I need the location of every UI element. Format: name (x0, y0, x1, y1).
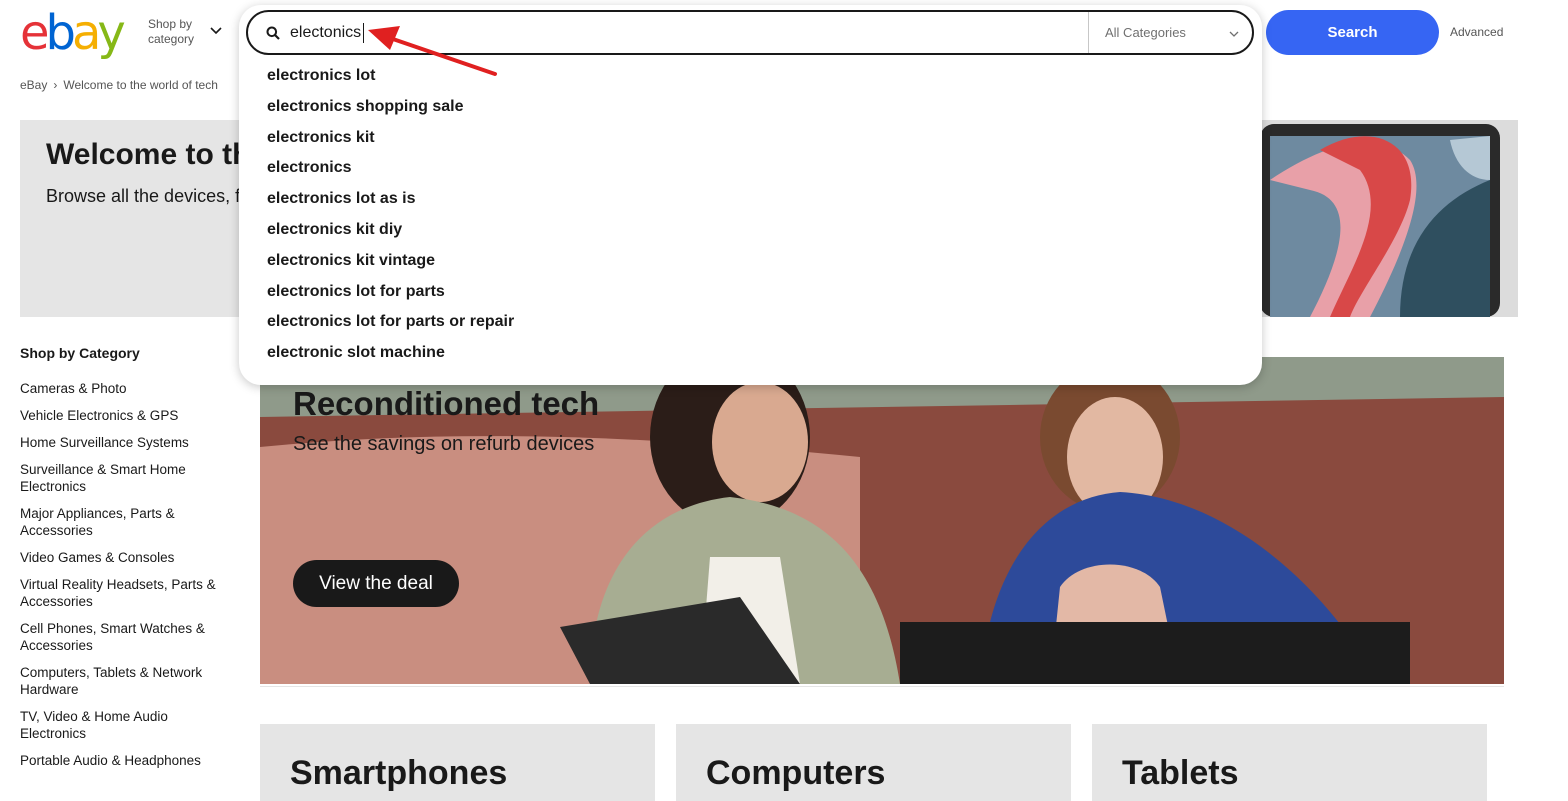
category-card-smartphones[interactable]: Smartphones (260, 724, 655, 801)
search-divider (1088, 12, 1089, 53)
sidebar-title: Shop by Category (20, 345, 140, 361)
suggestion-item[interactable]: electronics kit diy (267, 220, 514, 251)
category-select[interactable]: All Categories (1105, 25, 1186, 40)
tablet-image (1250, 120, 1518, 317)
divider (260, 686, 1504, 687)
view-deal-button[interactable]: View the deal (293, 560, 459, 607)
suggestion-item[interactable]: electronics shopping sale (267, 97, 514, 128)
sidebar-item-tv-video[interactable]: TV, Video & Home Audio Electronics (20, 708, 220, 742)
sidebar-item-home-surveillance[interactable]: Home Surveillance Systems (20, 434, 220, 451)
promo-banner[interactable]: Reconditioned tech See the savings on re… (260, 357, 1504, 684)
breadcrumb-current: Welcome to the world of tech (63, 78, 218, 92)
banner-title: Reconditioned tech (293, 385, 600, 422)
card-title: Computers (706, 754, 886, 792)
shop-by-label-line2: category (148, 32, 195, 46)
suggestion-item[interactable]: electronics kit (267, 128, 514, 159)
suggestion-item[interactable]: electronics lot for parts (267, 282, 514, 313)
sidebar-item-portable-audio[interactable]: Portable Audio & Headphones (20, 752, 220, 769)
ebay-logo[interactable]: ebay (20, 8, 142, 58)
shop-by-category-button[interactable]: Shop by category (148, 17, 194, 47)
breadcrumb: eBay › Welcome to the world of tech (20, 78, 218, 92)
sidebar-item-video-games[interactable]: Video Games & Consoles (20, 549, 220, 566)
chevron-down-icon[interactable] (1228, 28, 1240, 40)
suggestion-item[interactable]: electronic slot machine (267, 343, 514, 374)
sidebar-item-appliances[interactable]: Major Appliances, Parts & Accessories (20, 505, 220, 539)
banner-subtitle: See the savings on refurb devices (293, 433, 595, 455)
logo-letter-a: a (72, 5, 101, 61)
category-card-computers[interactable]: Computers (676, 724, 1071, 801)
sidebar-item-vehicle-electronics[interactable]: Vehicle Electronics & GPS (20, 407, 220, 424)
suggestion-item[interactable]: electronics lot for parts or repair (267, 312, 514, 343)
suggestion-item[interactable]: electronics (267, 158, 514, 189)
suggestion-list: electronics lot electronics shopping sal… (267, 66, 514, 374)
suggestion-item[interactable]: electronics lot as is (267, 189, 514, 220)
sidebar-item-cell-phones[interactable]: Cell Phones, Smart Watches & Accessories (20, 620, 220, 654)
search-button[interactable]: Search (1266, 10, 1439, 55)
logo-letter-e: e (20, 5, 49, 61)
logo-letter-b: b (45, 5, 77, 61)
logo-letter-y: y (97, 5, 125, 61)
advanced-search-link[interactable]: Advanced (1450, 25, 1503, 39)
suggestion-item[interactable]: electronics kit vintage (267, 251, 514, 282)
category-card-tablets[interactable]: Tablets (1092, 724, 1487, 801)
sidebar-item-cameras[interactable]: Cameras & Photo (20, 380, 220, 397)
breadcrumb-home[interactable]: eBay (20, 78, 47, 92)
sidebar-item-smart-home[interactable]: Surveillance & Smart Home Electronics (20, 461, 220, 495)
breadcrumb-separator: › (53, 78, 58, 92)
sidebar-item-vr-headsets[interactable]: Virtual Reality Headsets, Parts & Access… (20, 576, 220, 610)
sidebar-category-list: Cameras & Photo Vehicle Electronics & GP… (20, 380, 220, 779)
sidebar-item-computers[interactable]: Computers, Tablets & Network Hardware (20, 664, 220, 698)
card-title: Smartphones (290, 754, 508, 792)
search-icon (266, 26, 280, 40)
annotation-arrow-icon (368, 26, 497, 76)
shop-by-label-line1: Shop by (148, 17, 193, 31)
chevron-down-icon[interactable] (209, 24, 223, 38)
card-title: Tablets (1122, 754, 1239, 792)
